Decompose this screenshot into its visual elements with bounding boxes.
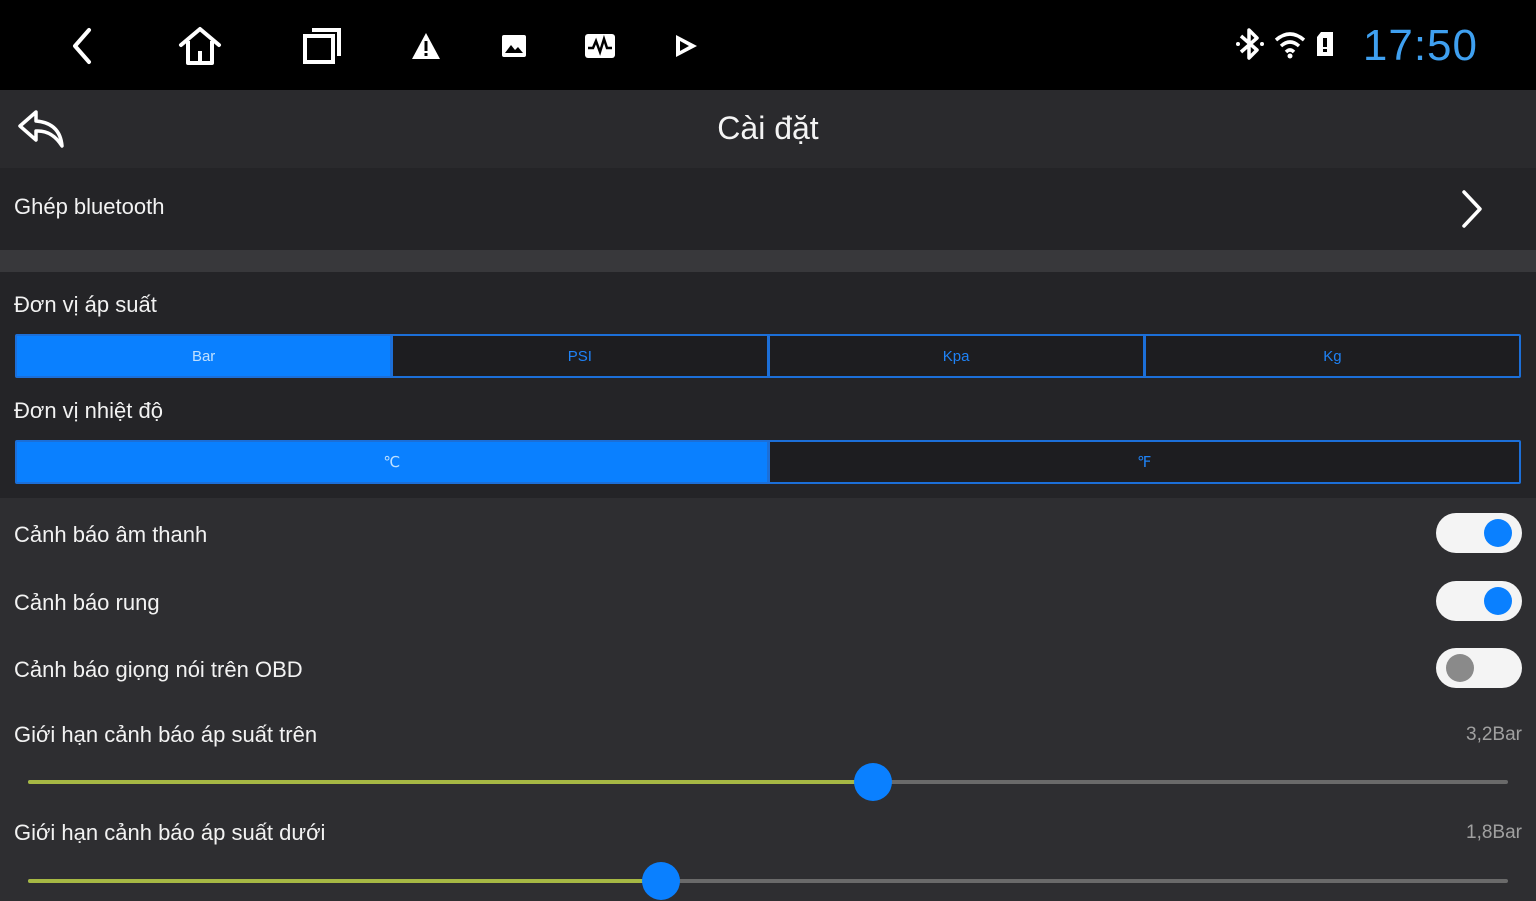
status-icons: 17:50 xyxy=(1235,18,1478,74)
slider-thumb[interactable] xyxy=(642,862,681,900)
temperature-option-fahrenheit[interactable]: ℉ xyxy=(769,442,1519,482)
units-panel: Đơn vị áp suất Bar PSI Kpa Kg Đơn vị nhi… xyxy=(0,272,1536,498)
bluetooth-icon xyxy=(1235,26,1265,67)
upper-pressure-limit-value: 3,2Bar xyxy=(1466,724,1522,745)
pressure-option-kpa[interactable]: Kpa xyxy=(769,336,1146,376)
waveform-icon[interactable] xyxy=(576,22,624,70)
lower-pressure-limit-label: Giới hạn cảnh báo áp suất dưới xyxy=(14,820,326,845)
toggle-knob xyxy=(1484,587,1512,615)
pressure-unit-label: Đơn vị áp suất xyxy=(14,292,157,317)
page-title: Cài đặt xyxy=(717,110,819,146)
upper-pressure-limit-label: Giới hạn cảnh báo áp suất trên xyxy=(14,722,318,747)
temperature-option-celsius[interactable]: ℃ xyxy=(17,442,770,482)
bluetooth-pairing-row[interactable]: Ghép bluetooth xyxy=(0,168,1536,250)
vibration-alert-toggle[interactable] xyxy=(1436,581,1522,621)
upper-pressure-limit-slider[interactable] xyxy=(28,762,1508,802)
recent-apps-icon[interactable] xyxy=(298,22,346,70)
pressure-option-psi[interactable]: PSI xyxy=(393,336,770,376)
wifi-icon xyxy=(1273,29,1307,64)
warning-icon[interactable] xyxy=(402,22,450,70)
page-header: Cài đặt xyxy=(0,90,1536,168)
sd-card-icon xyxy=(1315,30,1335,63)
chevron-right-icon xyxy=(1452,188,1492,230)
home-icon[interactable] xyxy=(176,22,224,70)
pressure-option-bar[interactable]: Bar xyxy=(17,336,394,376)
status-bar: 17:50 xyxy=(0,0,1536,90)
toggle-knob xyxy=(1446,654,1474,682)
pressure-unit-selector: Bar PSI Kpa Kg xyxy=(15,334,1521,378)
sound-alert-label: Cảnh báo âm thanh xyxy=(14,522,208,547)
clock: 17:50 xyxy=(1362,21,1478,70)
play-icon[interactable] xyxy=(662,22,710,70)
sound-alert-toggle[interactable] xyxy=(1436,513,1522,553)
vibration-alert-label: Cảnh báo rung xyxy=(14,590,160,615)
toggle-knob xyxy=(1484,519,1512,547)
image-icon[interactable] xyxy=(490,22,538,70)
lower-pressure-limit-slider[interactable] xyxy=(28,861,1508,901)
pressure-option-kg[interactable]: Kg xyxy=(1145,336,1519,376)
obd-voice-alert-label: Cảnh báo giọng nói trên OBD xyxy=(14,657,303,682)
slider-fill xyxy=(28,780,874,784)
lower-pressure-limit-value: 1,8Bar xyxy=(1466,822,1522,843)
obd-voice-alert-toggle[interactable] xyxy=(1436,648,1522,688)
temperature-unit-selector: ℃ ℉ xyxy=(15,440,1521,484)
back-icon[interactable] xyxy=(58,22,106,70)
slider-thumb[interactable] xyxy=(854,763,893,801)
slider-fill xyxy=(28,879,662,883)
bluetooth-pairing-label: Ghép bluetooth xyxy=(14,194,165,219)
temperature-unit-label: Đơn vị nhiệt độ xyxy=(14,398,163,423)
section-divider xyxy=(0,250,1536,272)
